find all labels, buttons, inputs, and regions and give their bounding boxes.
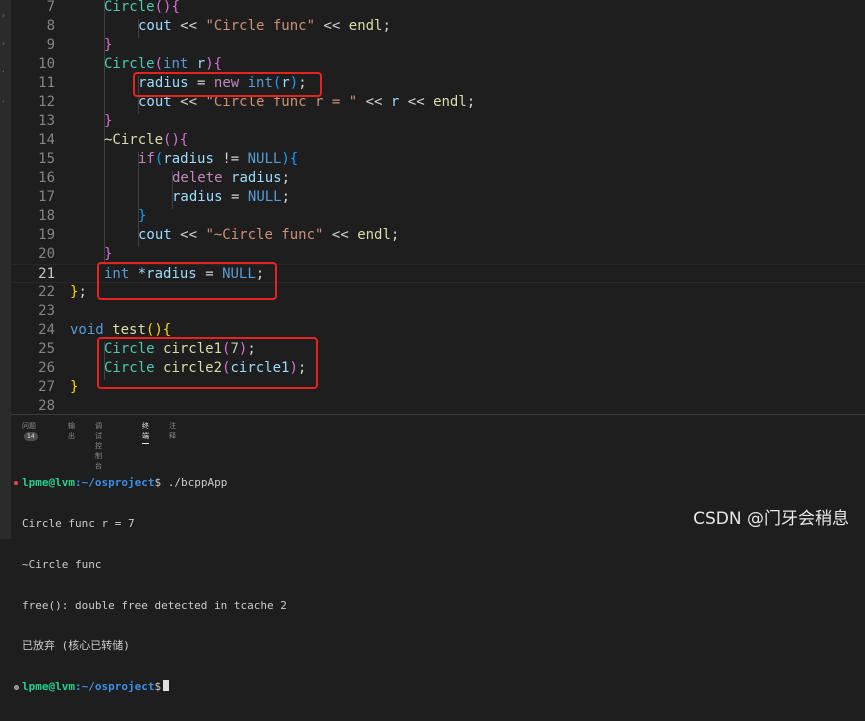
line-number: 23: [38, 303, 55, 319]
tab-terminal[interactable]: 终端: [142, 421, 149, 444]
line-number: 21: [38, 266, 55, 282]
terminal-line: free(): double free detected in tcache 2: [22, 598, 287, 612]
problems-count-badge: 14: [24, 432, 38, 441]
explorer-icon[interactable]: ›: [1, 12, 9, 20]
line-number: 20: [38, 246, 55, 262]
terminal-line: ~Circle func: [22, 557, 102, 571]
tab-output[interactable]: 输出: [68, 421, 75, 441]
line-number: 15: [38, 151, 55, 167]
code-line: 28: [11, 397, 865, 414]
annotation-box: [133, 72, 322, 97]
code-line: 14 ~Circle(){: [11, 131, 865, 150]
line-number: 22: [38, 284, 55, 300]
code-editor[interactable]: 7 Circle(){ 8 cout << "Circle func" << e…: [11, 0, 865, 414]
line-number: 24: [38, 322, 55, 338]
command-pending-icon: [14, 685, 19, 691]
annotation-box: [97, 262, 277, 300]
tab-comments[interactable]: 注释: [169, 421, 176, 441]
code-line: 15 if(radius != NULL){: [11, 150, 865, 169]
terminal-prompt-line[interactable]: lpme@lvm:~/osproject$: [14, 680, 862, 694]
command-failed-icon: [14, 481, 18, 486]
line-number: 7: [46, 0, 55, 15]
line-number: 12: [38, 94, 55, 110]
line-number: 16: [38, 170, 55, 186]
code-line: 18 }: [11, 207, 865, 226]
tab-problems[interactable]: 问题14: [22, 421, 38, 441]
activity-bar: › › · ·: [0, 0, 11, 539]
line-number: 8: [46, 18, 55, 34]
line-number: 9: [46, 37, 55, 53]
code-line: 23: [11, 302, 865, 321]
line-number: 13: [38, 113, 55, 129]
line-number: 17: [38, 189, 55, 205]
line-number: 26: [38, 360, 55, 376]
terminal-cursor: [163, 680, 170, 692]
code-line: 7 Circle(){: [11, 0, 865, 17]
terminal-output[interactable]: lpme@lvm:~/osproject$ ./bcppApp Circle f…: [14, 449, 862, 721]
line-number: 25: [38, 341, 55, 357]
code-line: 17 radius = NULL;: [11, 188, 865, 207]
line-number: 10: [38, 56, 55, 72]
watermark: CSDN @门牙会稍息: [693, 509, 849, 529]
code-line: 13 }: [11, 112, 865, 131]
line-number: 18: [38, 208, 55, 224]
search-icon[interactable]: ›: [1, 40, 9, 48]
line-number: 11: [38, 75, 55, 91]
code-line: 16 delete radius;: [11, 169, 865, 188]
line-number: 27: [38, 379, 55, 395]
line-number: 14: [38, 132, 55, 148]
code-line: 9 }: [11, 36, 865, 55]
terminal-line: 已放弃 (核心已转储): [22, 639, 130, 653]
line-number: 19: [38, 227, 55, 243]
source-control-icon[interactable]: ·: [1, 68, 9, 76]
annotation-box: [97, 337, 318, 389]
extensions-icon[interactable]: ·: [1, 98, 9, 106]
line-number: 28: [38, 398, 55, 414]
terminal-line: lpme@lvm:~/osproject$ ./bcppApp: [14, 476, 862, 490]
code-line: 19 cout << "~Circle func" << endl;: [11, 226, 865, 245]
code-line: 8 cout << "Circle func" << endl;: [11, 17, 865, 36]
